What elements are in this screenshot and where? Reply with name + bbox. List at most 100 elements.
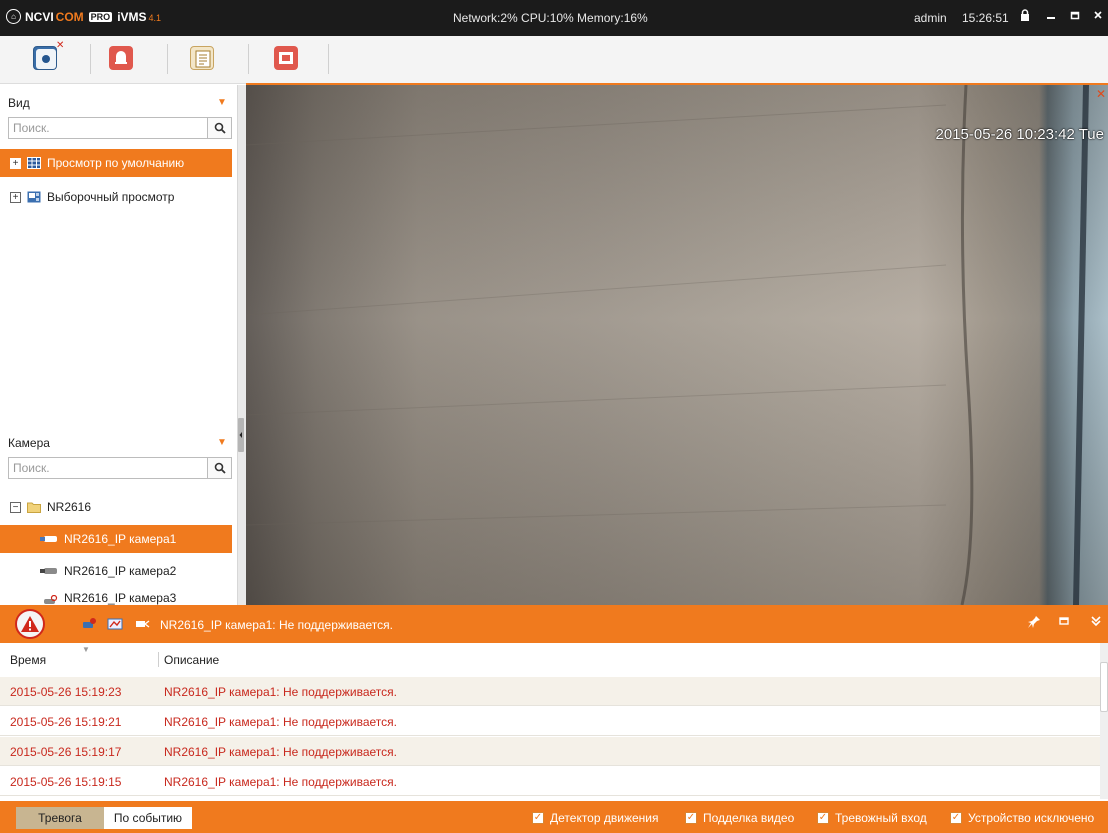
- log-icon[interactable]: [190, 46, 214, 70]
- collapse-icon[interactable]: −: [10, 501, 21, 513]
- search-icon[interactable]: [207, 118, 231, 138]
- panel-splitter[interactable]: [237, 85, 246, 605]
- filter-alarm-input[interactable]: ✓ Тревожный вход: [817, 811, 927, 825]
- event-time: 2015-05-26 15:19:23: [10, 685, 122, 699]
- camera-item-2[interactable]: NR2616_IP камера2: [0, 557, 232, 585]
- warning-icon[interactable]: [15, 609, 45, 639]
- camera-item-3[interactable]: NR2616_IP камера3: [0, 585, 232, 605]
- left-panel: Вид ▼ + Просмотр по умолчанию + Выборочн…: [0, 85, 237, 605]
- filter-video-tampering[interactable]: ✓ Подделка видео: [685, 811, 794, 825]
- file-manager-icon[interactable]: [274, 46, 298, 70]
- event-time: 2015-05-26 15:19:15: [10, 775, 122, 789]
- view-item-default[interactable]: + Просмотр по умолчанию: [0, 149, 232, 177]
- lock-icon[interactable]: [1017, 9, 1033, 24]
- checkbox-checked-icon[interactable]: ✓: [950, 812, 962, 824]
- camera-section-header[interactable]: Камера ▼: [0, 429, 237, 455]
- logo-brand-right: COM: [55, 9, 84, 24]
- filter-motion-detection[interactable]: ✓ Детектор движения: [532, 811, 658, 825]
- main-view-icon[interactable]: [33, 46, 57, 70]
- camera-search-input[interactable]: [9, 458, 199, 478]
- camera-icon: [40, 536, 57, 542]
- close-icon[interactable]: ✕: [1096, 87, 1106, 101]
- logo-badge: PRO: [88, 11, 113, 22]
- current-user[interactable]: admin: [914, 11, 947, 25]
- table-row[interactable]: 2015-05-26 15:19:15 NR2616_IP камера1: Н…: [0, 767, 1100, 796]
- maximize-icon[interactable]: [1067, 9, 1083, 24]
- camera-item-3-label: NR2616_IP камера3: [64, 591, 177, 605]
- column-time[interactable]: Время: [10, 653, 46, 667]
- checkbox-checked-icon[interactable]: ✓: [817, 812, 829, 824]
- logo-version: 4.1: [148, 13, 162, 23]
- main-toolbar: ✕: [0, 36, 1108, 84]
- column-description[interactable]: Описание: [164, 653, 219, 667]
- expand-icon[interactable]: +: [10, 157, 21, 169]
- event-table-header: Время ▼ Описание: [0, 643, 1100, 677]
- table-row[interactable]: 2015-05-26 15:19:23 NR2616_IP камера1: Н…: [0, 677, 1100, 706]
- chevron-down-icon[interactable]: ▼: [217, 437, 227, 448]
- view-search-input[interactable]: [9, 118, 199, 138]
- view-item-custom-label: Выборочный просмотр: [47, 190, 175, 204]
- camera-icon: [40, 568, 57, 574]
- table-row[interactable]: 2015-05-26 15:19:17 NR2616_IP камера1: Н…: [0, 737, 1100, 766]
- view-item-default-label: Просмотр по умолчанию: [47, 156, 185, 170]
- chevron-down-icon[interactable]: ▼: [217, 97, 227, 108]
- logo-emblem-icon: ⌂: [6, 9, 21, 24]
- camera-alarm-icon[interactable]: [82, 617, 98, 631]
- filter-motion-detection-label: Детектор движения: [550, 811, 659, 825]
- search-icon[interactable]: [207, 458, 231, 478]
- grid-view-icon: [27, 157, 41, 169]
- system-stats: Network:2% CPU:10% Memory:16%: [453, 11, 648, 25]
- camera-section-title: Камера: [8, 436, 50, 450]
- checkbox-checked-icon[interactable]: ✓: [685, 812, 697, 824]
- sort-icon[interactable]: ▼: [82, 645, 90, 654]
- app-logo: ⌂ NCVI COM PRO iVMS 4.1: [6, 9, 161, 24]
- table-row[interactable]: 2015-05-26 15:19:21 NR2616_IP камера1: Н…: [0, 707, 1100, 736]
- expand-icon[interactable]: +: [10, 191, 21, 203]
- event-description: NR2616_IP камера1: Не поддерживается.: [164, 745, 398, 759]
- event-time: 2015-05-26 15:19:21: [10, 715, 122, 729]
- maximize-icon[interactable]: [1056, 615, 1072, 631]
- event-description: NR2616_IP камера1: Не поддерживается.: [164, 715, 398, 729]
- pin-icon[interactable]: [1026, 615, 1042, 631]
- video-tampering-icon[interactable]: [107, 617, 123, 631]
- view-search-box: [8, 117, 232, 139]
- view-section-header[interactable]: Вид ▼: [0, 89, 237, 115]
- filter-device-exception-label: Устройство исключено: [968, 811, 1095, 825]
- checkbox-checked-icon[interactable]: ✓: [532, 812, 544, 824]
- view-item-custom[interactable]: + Выборочный просмотр: [0, 183, 232, 211]
- clock: 15:26:51: [962, 11, 1009, 25]
- camera-group-label: NR2616: [47, 500, 92, 514]
- filter-video-tampering-label: Подделка видео: [703, 811, 795, 825]
- camera-item-2-label: NR2616_IP камера2: [64, 564, 177, 578]
- custom-view-icon: [27, 191, 41, 203]
- filter-device-exception[interactable]: ✓ Устройство исключено: [950, 811, 1094, 825]
- toolbar-separator: [248, 44, 249, 74]
- minimize-icon[interactable]: [1043, 9, 1059, 24]
- toolbar-separator: [328, 44, 329, 74]
- camera-group-nr2616[interactable]: − NR2616: [0, 493, 232, 521]
- toolbar-separator: [90, 44, 91, 74]
- collapse-panel-handle[interactable]: [238, 418, 244, 452]
- tab-event[interactable]: По событию: [104, 807, 192, 829]
- video-osd-timestamp: 2015-05-26 10:23:42 Tue: [935, 126, 1104, 143]
- camera-item-1[interactable]: NR2616_IP камера1: [0, 525, 232, 553]
- alarm-event-icon[interactable]: [109, 46, 133, 70]
- video-texture: [246, 85, 1089, 605]
- alarm-input-icon[interactable]: [135, 617, 151, 631]
- status-bar: Тревога По событию ✓ Детектор движения ✓…: [0, 801, 1108, 833]
- filter-alarm-input-label: Тревожный вход: [835, 811, 927, 825]
- video-player[interactable]: 2015-05-26 10:23:42 Tue ✕: [246, 85, 1108, 605]
- logo-brand-left: NCVI: [25, 9, 54, 24]
- toolbar-separator: [167, 44, 168, 74]
- collapse-down-icon[interactable]: [1088, 615, 1104, 631]
- event-table: Время ▼ Описание 2015-05-26 15:19:23 NR2…: [0, 643, 1100, 799]
- alarm-bar: NR2616_IP камера1: Не поддерживается.: [0, 605, 1108, 643]
- view-close-icon[interactable]: ✕: [56, 40, 64, 51]
- camera-search-box: [8, 457, 232, 479]
- column-divider[interactable]: [158, 652, 159, 667]
- title-bar: ⌂ NCVI COM PRO iVMS 4.1 Network:2% CPU:10%…: [0, 0, 1108, 36]
- close-icon[interactable]: [1090, 9, 1106, 24]
- tab-alarm[interactable]: Тревога: [16, 807, 104, 829]
- event-scroll-thumb[interactable]: [1100, 662, 1108, 712]
- event-description: NR2616_IP камера1: Не поддерживается.: [164, 775, 398, 789]
